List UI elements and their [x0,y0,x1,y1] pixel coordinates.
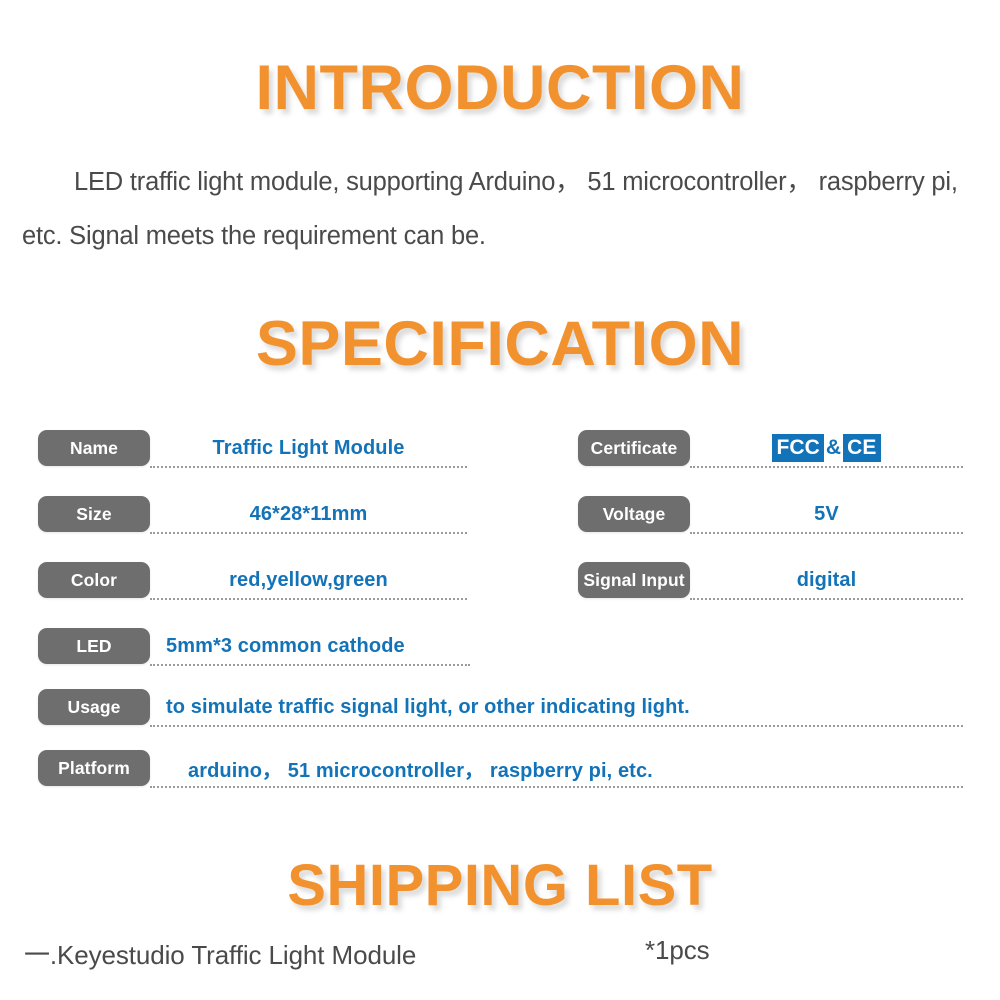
row-divider [150,664,470,666]
row-divider [150,598,467,600]
product-spec-page: INTRODUCTION LED traffic light module, s… [0,0,1000,1000]
spec-value-led: 5mm*3 common cathode [166,634,405,657]
introduction-paragraph: LED traffic light module, supporting Ard… [22,155,980,263]
spec-value-certificate: FCC & CE [690,430,963,466]
spec-label-platform: Platform [38,750,150,786]
introduction-text: LED traffic light module, supporting Ard… [22,168,958,250]
spec-value-usage: to simulate traffic signal light, or oth… [166,695,690,718]
spec-value-name: Traffic Light Module [212,436,405,459]
row-divider [150,725,963,727]
shipping-list-heading: SHIPPING LIST [287,853,713,918]
spec-label-certificate: Certificate [578,430,690,466]
fcc-badge-icon: FCC [772,434,824,462]
spec-value-color: red,yellow,green [229,568,388,591]
shipping-item-name: 一.Keyestudio Traffic Light Module [24,940,417,970]
spec-label-size: Size [38,496,150,532]
spec-value-platform: arduino， 51 microcontroller， raspberry p… [188,759,653,782]
spec-value-signal-input: digital [796,568,857,591]
row-divider [150,466,467,468]
spec-value-voltage: 5V [814,502,839,525]
spec-label-voltage: Voltage [578,496,690,532]
introduction-heading: INTRODUCTION [255,53,745,123]
certificate-badge: FCC & CE [772,434,881,462]
shipping-item-quantity: *1pcs [645,935,710,965]
row-divider [690,532,963,534]
spec-label-name: Name [38,430,150,466]
row-divider [690,598,963,600]
spec-value-size: 46*28*11mm [249,502,368,525]
spec-label-color: Color [38,562,150,598]
specification-heading: SPECIFICATION [255,309,745,379]
badge-separator: & [823,434,844,462]
row-divider [150,532,467,534]
spec-label-led: LED [38,628,150,664]
spec-label-usage: Usage [38,689,150,725]
row-divider [150,786,963,788]
ce-badge-icon: CE [843,434,881,462]
row-divider [690,466,963,468]
specification-table: Name Traffic Light Module Size 46*28*11m… [0,430,1000,800]
spec-label-signal-input: Signal Input [578,562,690,598]
